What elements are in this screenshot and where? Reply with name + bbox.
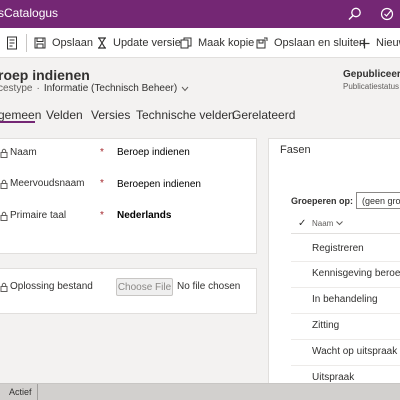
lock-icon: [0, 148, 8, 158]
group-by-label: Groeperen op:: [291, 196, 354, 206]
required-marker: *: [100, 178, 104, 189]
plural-name-label: Meervoudsnaam: [0, 178, 84, 189]
separator-dot: ·: [36, 83, 40, 94]
plural-name-field[interactable]: Beroepen indienen: [117, 179, 201, 190]
command-bar: Opslaan Update versie Maak kopie Opslaan…: [0, 28, 400, 58]
lock-icon: [0, 282, 8, 292]
status-label: Publicatiestatus: [343, 82, 400, 91]
target-icon[interactable]: [378, 5, 396, 23]
new-button[interactable]: Nieuw: [359, 28, 400, 58]
primary-language-label: Primaire taal: [0, 210, 66, 221]
phase-name: Uitspraak: [312, 372, 355, 383]
command-separator: [26, 34, 27, 52]
solution-file-label: Oplossing bestand: [0, 281, 93, 292]
update-version-label: Update versie: [113, 37, 181, 49]
phases-title: Fasen: [280, 144, 311, 156]
choose-file-button[interactable]: Choose File: [116, 278, 173, 296]
lock-icon: [0, 211, 8, 221]
select-all-checkmark[interactable]: ✓: [298, 218, 306, 229]
entity-name: cestype: [0, 83, 33, 94]
list-item[interactable]: [291, 314, 400, 340]
tab-technische-velden[interactable]: Technische velden: [136, 108, 235, 122]
lock-icon: [0, 179, 8, 189]
form-selector[interactable]: Informatie (Technisch Beheer): [44, 83, 177, 94]
phase-name: In behandeling: [312, 294, 378, 305]
phase-name: Wacht op uitspraak: [312, 346, 398, 357]
app-title: sCatalogus: [0, 6, 59, 20]
tab-versies[interactable]: Versies: [91, 108, 130, 122]
save-icon: [34, 37, 46, 49]
group-by-select[interactable]: (geen gro: [356, 192, 400, 209]
required-marker: *: [100, 210, 104, 221]
update-version-button[interactable]: Update versie: [97, 28, 181, 58]
record-subtitle: cestype · Informatie (Technisch Beheer): [0, 83, 189, 94]
status-bar: Actief: [0, 383, 400, 400]
tab-algemeen[interactable]: gemeen: [0, 108, 41, 122]
copy-button[interactable]: Maak kopie: [180, 28, 254, 58]
phase-name: Kennisgeving beroep: [312, 268, 400, 279]
chevron-down-icon: [336, 221, 344, 226]
record-title: roep indienen: [0, 67, 90, 83]
new-label: Nieuw: [376, 37, 400, 49]
copy-label: Maak kopie: [198, 37, 255, 49]
phase-name: Registreren: [312, 243, 364, 254]
phase-name: Zitting: [312, 320, 340, 331]
required-marker: *: [100, 147, 104, 158]
name-label: Naam: [0, 147, 37, 158]
search-icon[interactable]: [346, 5, 364, 23]
form-view-button[interactable]: [6, 28, 24, 58]
status-divider: [37, 384, 38, 400]
primary-language-field[interactable]: Nederlands: [117, 210, 171, 221]
save-button[interactable]: Opslaan: [34, 28, 93, 58]
chevron-down-icon[interactable]: [181, 86, 189, 92]
file-status: No file chosen: [177, 281, 241, 292]
column-header-name[interactable]: Naam: [312, 219, 344, 228]
save-close-label: Opslaan en sluiten: [274, 37, 366, 49]
phases-list-header: [291, 212, 400, 234]
tab-gerelateerd[interactable]: Gerelateerd: [232, 108, 295, 122]
form-icon: [7, 36, 17, 50]
tab-velden[interactable]: Velden: [46, 108, 83, 122]
save-close-icon: [256, 37, 268, 49]
status-value: Gepubliceerd: [343, 69, 400, 80]
app-header: sCatalogus: [0, 0, 400, 28]
hourglass-icon: [98, 37, 106, 49]
save-label: Opslaan: [52, 37, 93, 49]
record-state: Actief: [9, 387, 32, 397]
name-field[interactable]: Beroep indienen: [117, 147, 190, 158]
save-close-button[interactable]: Opslaan en sluiten: [256, 28, 365, 58]
copy-icon: [180, 37, 192, 49]
plus-icon: [359, 38, 370, 48]
active-tab-indicator: [0, 121, 35, 123]
